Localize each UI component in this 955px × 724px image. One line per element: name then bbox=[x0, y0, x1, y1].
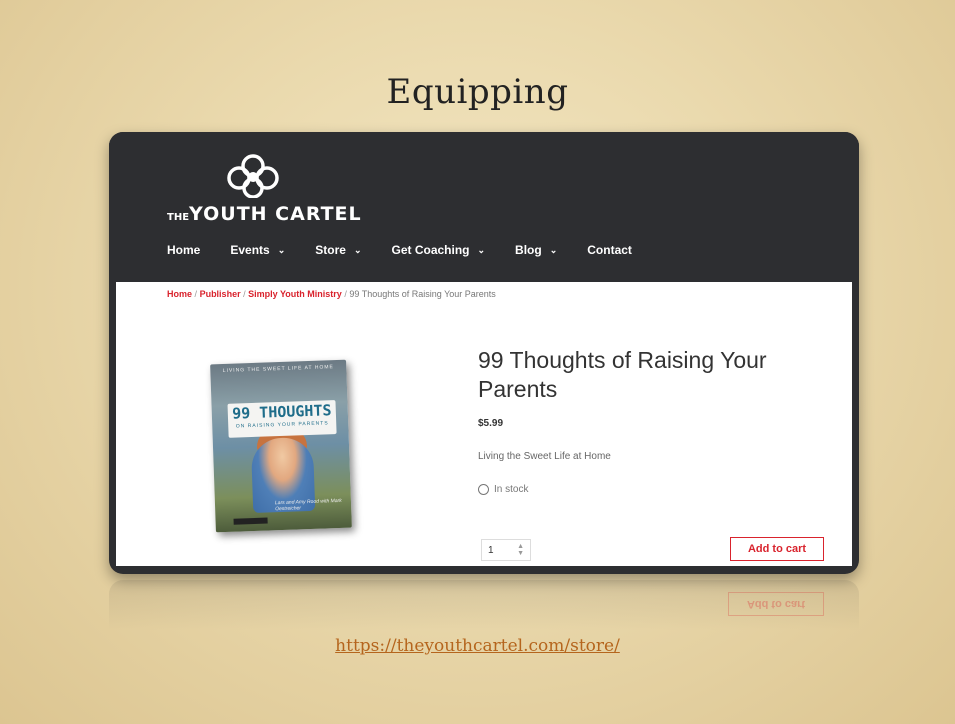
publisher-badge bbox=[233, 517, 268, 525]
breadcrumb-separator: / bbox=[194, 289, 198, 299]
breadcrumb-separator: / bbox=[344, 289, 347, 299]
cover-sign: 99 THOUGHTS ON RAISING YOUR PARENTS bbox=[227, 400, 337, 438]
website-screenshot: THEYOUTH CARTEL Home Events ⌄ Store ⌄ Get … bbox=[109, 132, 859, 574]
nav-store[interactable]: Store ⌄ bbox=[315, 243, 361, 257]
nav-get-coaching[interactable]: Get Coaching ⌄ bbox=[391, 243, 485, 257]
reflection-button: Add to cart bbox=[728, 592, 824, 616]
nav-get-coaching-label: Get Coaching bbox=[391, 243, 470, 257]
product-price: $5.99 bbox=[478, 418, 504, 429]
add-to-cart-button[interactable]: Add to cart bbox=[730, 537, 824, 561]
nav-events-label: Events bbox=[230, 243, 270, 257]
breadcrumb-current: 99 Thoughts of Raising Your Parents bbox=[349, 289, 496, 299]
nav-contact-label: Contact bbox=[587, 243, 632, 257]
nav-events[interactable]: Events ⌄ bbox=[230, 243, 285, 257]
check-circle-icon bbox=[478, 484, 489, 495]
logo-icon bbox=[227, 154, 279, 198]
nav-contact[interactable]: Contact bbox=[587, 243, 632, 257]
quantity-stepper[interactable]: 1 ▲ ▼ bbox=[481, 539, 531, 561]
stepper-arrows-icon[interactable]: ▲ ▼ bbox=[517, 543, 524, 557]
main-nav: Home Events ⌄ Store ⌄ Get Coaching ⌄ Blog ⌄ … bbox=[167, 243, 662, 257]
slide-title: Equipping bbox=[386, 72, 569, 112]
site-logo[interactable]: THEYOUTH CARTEL bbox=[167, 203, 362, 225]
nav-blog-label: Blog bbox=[515, 243, 542, 257]
store-link[interactable]: https://theyouthcartel.com/store/ bbox=[0, 636, 955, 656]
product-tagline: Living the Sweet Life at Home bbox=[478, 451, 611, 462]
nav-home[interactable]: Home bbox=[167, 243, 200, 257]
chevron-down-icon: ⌄ bbox=[353, 244, 362, 255]
nav-store-label: Store bbox=[315, 243, 346, 257]
site-header: THEYOUTH CARTEL Home Events ⌄ Store ⌄ Get … bbox=[109, 132, 859, 282]
breadcrumb-separator: / bbox=[243, 289, 246, 299]
breadcrumb-home[interactable]: Home bbox=[167, 289, 192, 299]
logo-the: THE bbox=[167, 212, 190, 223]
chevron-down-icon: ⌄ bbox=[477, 244, 486, 255]
nav-home-label: Home bbox=[167, 243, 201, 257]
cover-authors: Lars and Amy Rood with Mark Oestreicher bbox=[274, 497, 342, 513]
product-title: 99 Thoughts of Raising Your Parents bbox=[478, 347, 767, 402]
stock-label: In stock bbox=[494, 484, 529, 495]
logo-name: YOUTH CARTEL bbox=[189, 203, 362, 225]
cover-top-text: LIVING THE SWEET LIFE AT HOME bbox=[222, 364, 334, 374]
breadcrumb-simply-youth-ministry[interactable]: Simply Youth Ministry bbox=[248, 289, 342, 299]
product-image[interactable]: LIVING THE SWEET LIFE AT HOME 99 THOUGHT… bbox=[210, 359, 352, 533]
stock-status: In stock bbox=[478, 484, 528, 495]
chevron-down-icon: ⌄ bbox=[277, 244, 286, 255]
breadcrumb-publisher[interactable]: Publisher bbox=[200, 289, 241, 299]
product-page: Home / Publisher / Simply Youth Ministry… bbox=[116, 282, 852, 566]
chevron-down-icon: ⌄ bbox=[549, 244, 558, 255]
breadcrumb: Home / Publisher / Simply Youth Ministry… bbox=[167, 289, 496, 299]
quantity-value: 1 bbox=[488, 544, 494, 556]
nav-blog[interactable]: Blog ⌄ bbox=[515, 243, 557, 257]
